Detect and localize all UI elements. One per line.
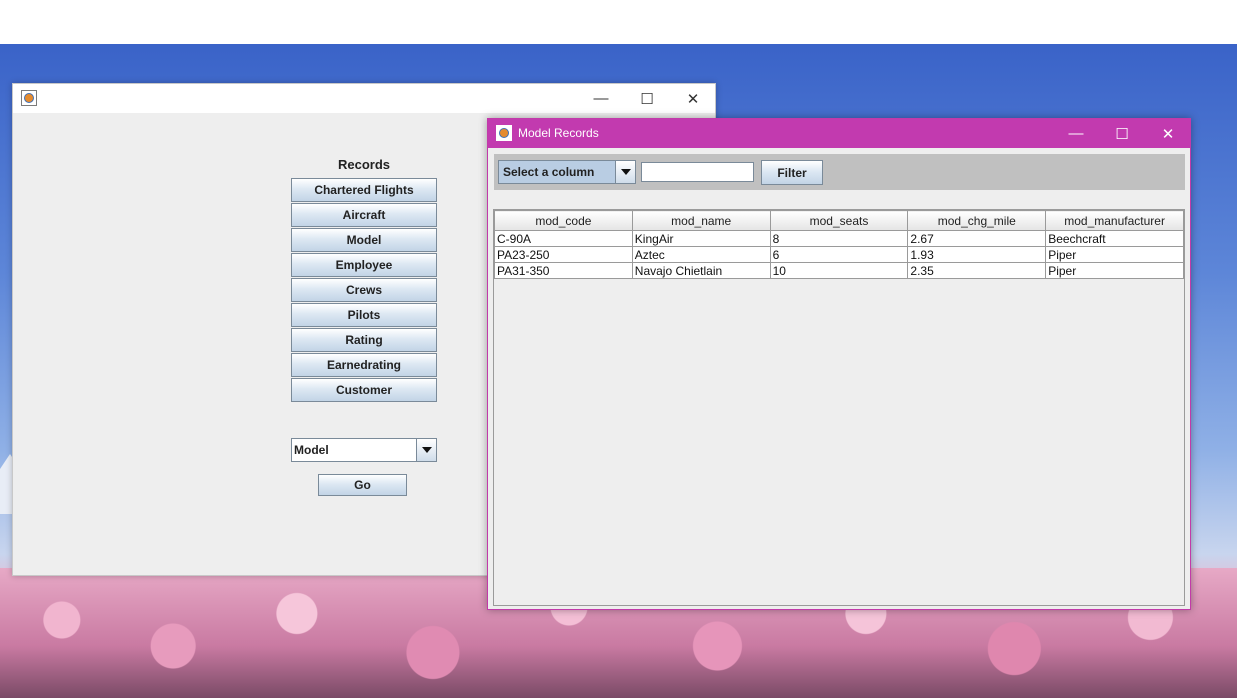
minimize-icon: — <box>1068 125 1084 142</box>
java-app-icon <box>21 90 37 106</box>
table-cell[interactable]: Piper <box>1045 246 1184 263</box>
close-icon: ✕ <box>1161 125 1175 143</box>
maximize-button[interactable]: ☐ <box>1099 119 1145 148</box>
minimize-icon: — <box>593 90 609 107</box>
rating-button[interactable]: Rating <box>291 328 437 352</box>
column-header-mod-manufacturer[interactable]: mod_manufacturer <box>1045 210 1184 231</box>
customer-button[interactable]: Customer <box>291 378 437 402</box>
filter-button[interactable]: Filter <box>761 160 823 185</box>
records-table-container[interactable]: mod_code mod_name mod_seats mod_chg_mile… <box>493 209 1185 606</box>
employee-button[interactable]: Employee <box>291 253 437 277</box>
column-header-mod-chg-mile[interactable]: mod_chg_mile <box>907 210 1047 231</box>
table-row[interactable]: PA31-350 Navajo Chietlain 10 2.35 Piper <box>494 262 1184 279</box>
chevron-down-icon[interactable] <box>615 161 635 183</box>
maximize-icon: ☐ <box>640 90 654 108</box>
model-titlebar[interactable]: Model Records — ☐ ✕ <box>488 119 1190 148</box>
go-button[interactable]: Go <box>318 474 407 496</box>
filter-input[interactable] <box>641 162 754 182</box>
crews-button[interactable]: Crews <box>291 278 437 302</box>
minimize-button[interactable]: — <box>1053 119 1099 148</box>
table-cell[interactable]: PA31-350 <box>494 262 633 279</box>
minimize-button[interactable]: — <box>578 84 624 113</box>
close-icon: ✕ <box>686 90 700 108</box>
table-cell[interactable]: 8 <box>769 230 909 247</box>
table-cell[interactable]: PA23-250 <box>494 246 633 263</box>
aircraft-button[interactable]: Aircraft <box>291 203 437 227</box>
chevron-down-icon[interactable] <box>416 439 436 461</box>
window-title: Model Records <box>518 126 599 140</box>
pilots-button[interactable]: Pilots <box>291 303 437 327</box>
maximize-button[interactable]: ☐ <box>624 84 670 113</box>
table-select-dropdown[interactable]: Model <box>291 438 437 462</box>
column-header-mod-code[interactable]: mod_code <box>494 210 633 231</box>
table-row[interactable]: PA23-250 Aztec 6 1.93 Piper <box>494 246 1184 263</box>
table-cell[interactable]: Aztec <box>631 246 771 263</box>
table-header-row: mod_code mod_name mod_seats mod_chg_mile… <box>494 210 1184 231</box>
column-select-dropdown[interactable]: Select a column <box>498 160 636 184</box>
close-button[interactable]: ✕ <box>1145 119 1191 148</box>
model-button[interactable]: Model <box>291 228 437 252</box>
chartered-flights-button[interactable]: Chartered Flights <box>291 178 437 202</box>
table-cell[interactable]: 2.35 <box>907 262 1047 279</box>
records-heading: Records <box>337 157 391 172</box>
maximize-icon: ☐ <box>1115 125 1129 143</box>
table-cell[interactable]: Navajo Chietlain <box>631 262 771 279</box>
table-row[interactable]: C-90A KingAir 8 2.67 Beechcraft <box>494 230 1184 247</box>
records-table: mod_code mod_name mod_seats mod_chg_mile… <box>494 210 1184 279</box>
java-app-icon <box>496 125 512 141</box>
table-cell[interactable]: Piper <box>1045 262 1184 279</box>
close-button[interactable]: ✕ <box>670 84 716 113</box>
table-cell[interactable]: 10 <box>769 262 909 279</box>
table-cell[interactable]: 6 <box>769 246 909 263</box>
column-select-value: Select a column <box>503 165 595 179</box>
table-cell[interactable]: C-90A <box>494 230 633 247</box>
table-cell[interactable]: KingAir <box>631 230 771 247</box>
table-cell[interactable]: Beechcraft <box>1045 230 1184 247</box>
table-select-value: Model <box>294 443 329 457</box>
earnedrating-button[interactable]: Earnedrating <box>291 353 437 377</box>
column-header-mod-seats[interactable]: mod_seats <box>769 210 909 231</box>
filter-bar: Select a column Filter <box>494 154 1185 190</box>
table-cell[interactable]: 2.67 <box>907 230 1047 247</box>
model-records-window: Model Records — ☐ ✕ Select a column Filt… <box>487 118 1191 610</box>
main-titlebar[interactable]: — ☐ ✕ <box>13 84 715 113</box>
column-header-mod-name[interactable]: mod_name <box>631 210 771 231</box>
table-cell[interactable]: 1.93 <box>907 246 1047 263</box>
